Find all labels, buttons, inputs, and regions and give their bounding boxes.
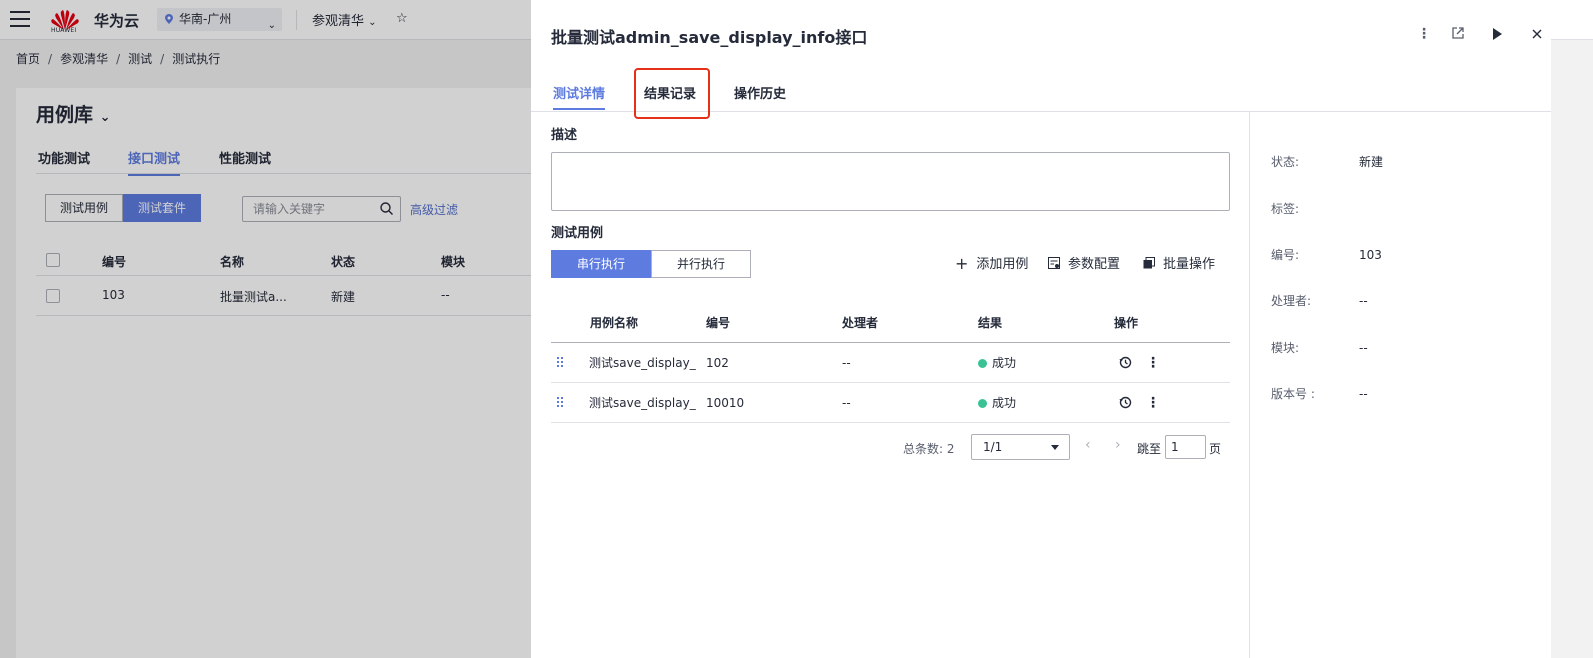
description-field[interactable] — [551, 152, 1230, 211]
total-count: 总条数: 2 — [903, 442, 955, 456]
case-handler: -- — [842, 396, 851, 410]
drag-handle-icon[interactable] — [557, 357, 565, 369]
column-header: 结果 — [978, 316, 1003, 330]
property-id: 编号: 103 — [1271, 246, 1382, 263]
property-key: 版本号 : — [1271, 387, 1315, 401]
column-header: 用例名称 — [590, 316, 639, 330]
add-case-label: 添加用例 — [976, 257, 1029, 272]
more-vertical-icon[interactable]: ⋮ — [1417, 26, 1431, 42]
page-unit-label: 页 — [1209, 442, 1222, 456]
drawer-title: 批量测试admin_save_display_info接口 — [551, 28, 868, 47]
property-status: 状态: 新建 — [1271, 153, 1383, 170]
case-result: 成功 — [978, 343, 1016, 383]
cases-table: 用例名称 编号 处理者 结果 操作 测试save_display_ 102 --… — [551, 306, 1230, 423]
table-row[interactable]: 测试save_display_ 102 -- 成功 ⋮ — [551, 343, 1230, 383]
close-icon[interactable] — [1532, 29, 1542, 39]
settings-doc-icon — [1048, 257, 1060, 269]
share-icon[interactable] — [1451, 26, 1465, 40]
property-key: 处理者: — [1271, 294, 1312, 308]
property-value: 新建 — [1359, 155, 1384, 169]
column-header: 处理者 — [842, 316, 879, 330]
page-select-value: 1/1 — [983, 440, 1003, 454]
case-result: 成功 — [978, 383, 1016, 423]
property-value[interactable]: -- — [1359, 294, 1368, 308]
column-header: 操作 — [1114, 316, 1139, 330]
tab-operation-history[interactable]: 操作历史 — [734, 83, 786, 108]
drawer-main: 描述 测试用例 串行执行 并行执行 + 添加用例 参数配置 批量操作 用例名称 编… — [531, 112, 1250, 658]
case-handler: -- — [842, 356, 851, 370]
add-case-button[interactable]: + 添加用例 — [955, 253, 1028, 273]
status-dot — [978, 359, 987, 368]
page-select[interactable]: 1/1 — [971, 434, 1070, 460]
property-tags: 标签: — [1271, 200, 1359, 217]
param-config-button[interactable]: 参数配置 — [1048, 253, 1120, 272]
property-module: 模块: -- — [1271, 339, 1368, 356]
case-id: 10010 — [706, 396, 745, 410]
parallel-exec-button[interactable]: 并行执行 — [651, 250, 751, 278]
property-handler: 处理者: -- — [1271, 292, 1368, 309]
property-key: 状态: — [1271, 155, 1300, 169]
property-key: 标签: — [1271, 202, 1300, 216]
tab-test-details[interactable]: 测试详情 — [553, 83, 606, 110]
case-id: 102 — [706, 356, 729, 370]
property-key: 编号: — [1271, 248, 1300, 262]
jump-label: 跳至 — [1137, 442, 1162, 456]
property-value[interactable]: -- — [1359, 341, 1368, 355]
plus-icon: + — [955, 254, 969, 273]
status-dot — [978, 399, 987, 408]
next-page-button[interactable]: › — [1115, 437, 1121, 453]
detail-drawer: 批量测试admin_save_display_info接口 ⋮ 测试详情 结果记… — [531, 0, 1551, 658]
column-header: 编号 — [706, 316, 731, 330]
case-name[interactable]: 测试save_display_ — [589, 343, 696, 383]
properties-panel: 状态: 新建 标签: 编号: 103 处理者: -- 模块: -- 版本号 : -- — [1251, 112, 1551, 658]
pagination: 总条数: 2 1/1 ‹ › 跳至 1 页 — [551, 434, 1230, 460]
more-vertical-icon[interactable]: ⋮ — [1146, 383, 1160, 423]
batch-operation-label: 批量操作 — [1163, 257, 1216, 272]
cases-table-header: 用例名称 编号 处理者 结果 操作 — [551, 306, 1230, 343]
case-result-label: 成功 — [992, 396, 1017, 410]
batch-icon — [1143, 257, 1155, 269]
property-value[interactable]: -- — [1359, 387, 1368, 401]
property-value: 103 — [1359, 248, 1382, 262]
more-vertical-icon[interactable]: ⋮ — [1146, 343, 1160, 383]
history-icon[interactable] — [1119, 356, 1132, 369]
drag-handle-icon[interactable] — [557, 397, 565, 409]
property-version: 版本号 : -- — [1271, 385, 1368, 402]
case-result-label: 成功 — [992, 356, 1017, 370]
description-label: 描述 — [551, 128, 578, 143]
modal-overlay[interactable] — [0, 0, 531, 658]
play-icon[interactable] — [1492, 28, 1502, 40]
batch-operation-button[interactable]: 批量操作 — [1143, 253, 1215, 272]
property-key: 模块: — [1271, 341, 1300, 355]
prev-page-button[interactable]: ‹ — [1085, 437, 1091, 453]
table-row[interactable]: 测试save_display_ 10010 -- 成功 ⋮ — [551, 383, 1230, 423]
param-config-label: 参数配置 — [1068, 257, 1121, 272]
execution-mode-toggle: 串行执行 并行执行 — [551, 250, 751, 278]
case-name[interactable]: 测试save_display_ — [589, 383, 696, 423]
test-cases-label: 测试用例 — [551, 226, 604, 241]
jump-page-input[interactable]: 1 — [1165, 435, 1206, 459]
caret-down-icon — [1051, 445, 1059, 450]
history-icon[interactable] — [1119, 396, 1132, 409]
serial-exec-button[interactable]: 串行执行 — [551, 250, 651, 278]
